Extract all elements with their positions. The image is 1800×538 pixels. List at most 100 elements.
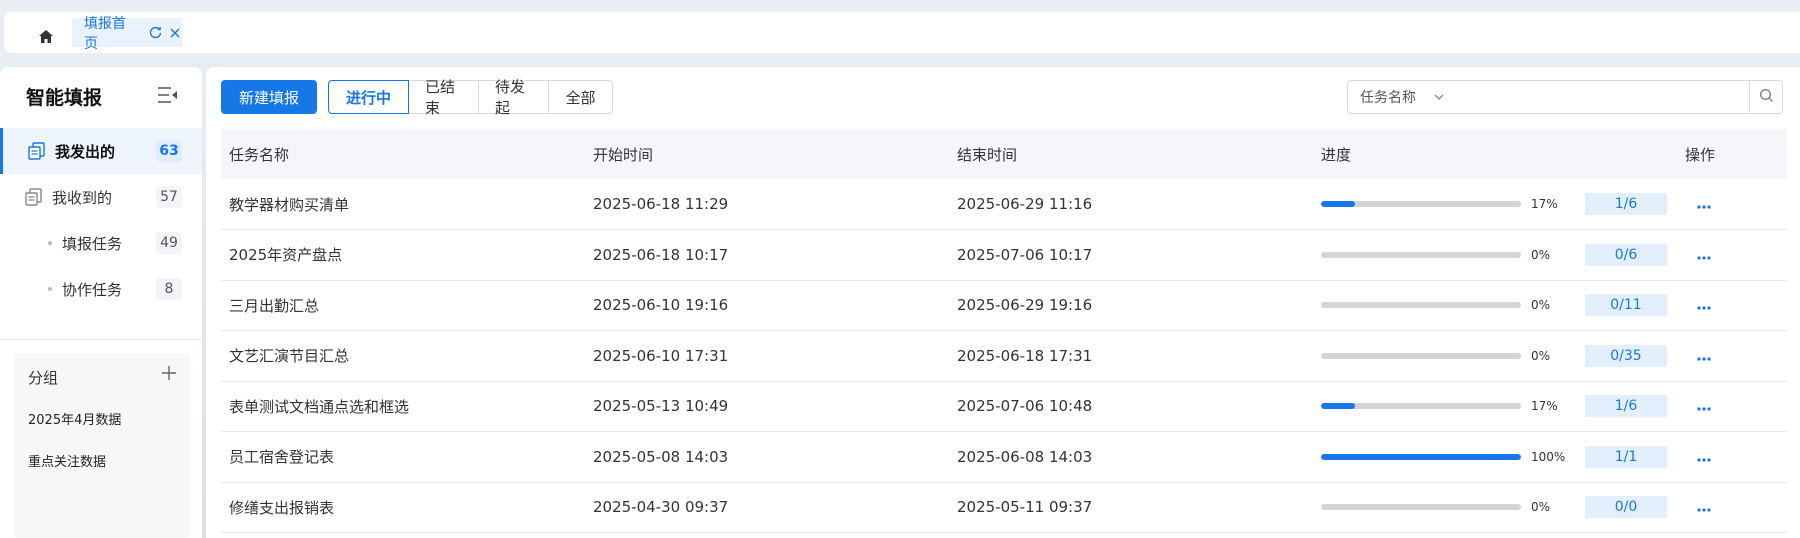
progress: 0% 0/6 (1321, 243, 1677, 266)
task-name-cell[interactable]: 表单测试文档通点选和框选 (221, 381, 585, 432)
progress-bar (1321, 453, 1521, 460)
progress-fill (1321, 201, 1355, 207)
task-name[interactable]: 2025年资产盘点 (229, 246, 342, 264)
completion-ratio[interactable]: 1/1 (1585, 445, 1667, 468)
table-row[interactable]: 修缮支出报销表 2025-04-30 09:37 2025-05-11 09:3… (221, 482, 1787, 533)
start-time-cell: 2025-04-30 09:37 (585, 482, 949, 533)
more-icon[interactable] (1697, 202, 1719, 212)
more-icon[interactable] (1697, 253, 1719, 263)
count-badge: 8 (156, 278, 182, 300)
task-name-cell[interactable]: 2025年资产盘点 (221, 229, 585, 281)
more-icon[interactable] (1697, 303, 1719, 313)
start-time: 2025-06-10 17:31 (593, 346, 729, 365)
end-time: 2025-06-08 14:03 (957, 447, 1093, 466)
new-report-button[interactable]: 新建填报 (221, 80, 317, 114)
task-name-cell[interactable]: 修缮支出报销表 (221, 482, 585, 533)
count-badge: 49 (156, 232, 182, 254)
column-header: 开始时间 (585, 129, 949, 179)
progress: 100% 1/1 (1321, 445, 1677, 468)
close-icon[interactable] (169, 26, 182, 40)
column-header: 进度 (1313, 129, 1677, 179)
table-row[interactable]: 表单测试文档通点选和框选 2025-05-13 10:49 2025-07-06… (221, 381, 1787, 432)
search-icon (1759, 88, 1774, 107)
column-header: 结束时间 (949, 129, 1313, 179)
table-row[interactable]: 三月出勤汇总 2025-06-10 19:16 2025-06-29 19:16… (221, 280, 1787, 331)
more-icon[interactable] (1697, 455, 1719, 465)
task-name-cell[interactable]: 文艺汇演节目汇总 (221, 330, 585, 382)
table-row[interactable]: 文艺汇演节目汇总 2025-06-10 17:31 2025-06-18 17:… (221, 330, 1787, 382)
group-item[interactable]: 重点关注数据 (28, 451, 106, 470)
progress-percent: 0% (1531, 298, 1551, 313)
actions-cell (1677, 229, 1787, 281)
completion-ratio[interactable]: 1/6 (1585, 395, 1667, 418)
task-name[interactable]: 教学器材购买清单 (229, 196, 349, 214)
sidebar: 智能填报 我发出的 63 我收到的 57 填报任务 49 协作任务 8 分组 2… (0, 67, 202, 538)
end-time: 2025-07-06 10:17 (957, 245, 1093, 264)
search-field-label: 任务名称 (1360, 90, 1416, 106)
completion-ratio[interactable]: 0/6 (1585, 243, 1667, 266)
sidebar-title: 智能填报 (26, 87, 103, 109)
table-row[interactable]: 2025年资产盘点 2025-06-18 10:17 2025-07-06 10… (221, 229, 1787, 281)
filter-all[interactable]: 全部 (548, 80, 613, 114)
end-time-cell: 2025-06-08 14:03 (949, 431, 1313, 483)
sidebar-item-fill-tasks[interactable]: 填报任务 49 (0, 220, 202, 266)
group-item[interactable]: 2025年4月数据 (28, 409, 121, 428)
end-time: 2025-07-06 10:48 (957, 397, 1093, 416)
chevron-down-icon (1433, 91, 1445, 103)
start-time: 2025-06-18 11:29 (593, 195, 729, 213)
progress-cell: 17% 1/6 (1313, 381, 1677, 432)
progress-bar (1321, 504, 1521, 511)
table-row[interactable]: 员工宿舍登记表 2025-05-08 14:03 2025-06-08 14:0… (221, 431, 1787, 483)
main-panel: 新建填报 进行中 已结束 待发起 全部 任务名称 任务名称 开始时间 结束时间 … (206, 67, 1800, 538)
start-time: 2025-05-08 14:03 (593, 447, 729, 466)
task-name-cell[interactable]: 员工宿舍登记表 (221, 431, 585, 483)
task-name[interactable]: 表单测试文档通点选和框选 (229, 398, 409, 416)
add-group-icon[interactable] (160, 364, 178, 382)
task-name-cell[interactable]: 三月出勤汇总 (221, 280, 585, 331)
tab-bar: 填报首页 (4, 12, 1800, 53)
task-name-cell[interactable]: 教学器材购买清单 (221, 179, 585, 230)
end-time-cell: 2025-07-06 10:17 (949, 229, 1313, 281)
completion-ratio[interactable]: 0/0 (1585, 496, 1667, 519)
home-icon[interactable] (36, 26, 56, 46)
search-input[interactable] (1455, 80, 1750, 114)
task-name[interactable]: 修缮支出报销表 (229, 499, 334, 517)
filter-in-progress[interactable]: 进行中 (328, 80, 409, 114)
sidebar-item-sent[interactable]: 我发出的 63 (0, 128, 202, 174)
actions-cell (1677, 431, 1787, 483)
sidebar-item-collab-tasks[interactable]: 协作任务 8 (0, 266, 202, 312)
completion-ratio[interactable]: 0/11 (1585, 294, 1667, 317)
progress: 0% 0/35 (1321, 344, 1677, 367)
filter-pending[interactable]: 待发起 (478, 78, 549, 117)
task-name[interactable]: 员工宿舍登记表 (229, 448, 334, 466)
more-icon[interactable] (1697, 505, 1719, 515)
progress: 17% 1/6 (1321, 193, 1677, 215)
progress-bar (1321, 201, 1521, 207)
start-time-cell: 2025-06-18 11:29 (585, 179, 949, 230)
status-filter: 进行中 已结束 待发起 全部 (328, 78, 613, 117)
progress-bar (1321, 403, 1521, 410)
task-name[interactable]: 文艺汇演节目汇总 (229, 347, 349, 365)
group-title: 分组 (28, 369, 59, 387)
completion-ratio[interactable]: 1/6 (1585, 193, 1667, 215)
more-icon[interactable] (1697, 354, 1719, 364)
completion-ratio[interactable]: 0/35 (1585, 344, 1667, 367)
table-row[interactable]: 教学器材购买清单 2025-06-18 11:29 2025-06-29 11:… (221, 179, 1787, 230)
collapse-menu-icon[interactable] (158, 86, 178, 104)
start-time: 2025-06-18 10:17 (593, 245, 729, 264)
progress-cell: 0% 0/6 (1313, 229, 1677, 281)
filter-ended[interactable]: 已结束 (408, 78, 479, 117)
column-header: 操作 (1677, 129, 1787, 179)
refresh-icon[interactable] (149, 26, 162, 40)
progress-percent: 0% (1531, 500, 1551, 515)
task-name[interactable]: 三月出勤汇总 (229, 297, 319, 315)
sidebar-item-received[interactable]: 我收到的 57 (0, 174, 202, 220)
progress: 17% 1/6 (1321, 395, 1677, 418)
column-header: 任务名称 (221, 129, 585, 179)
search-field-select[interactable]: 任务名称 (1347, 80, 1456, 114)
divider (0, 339, 202, 340)
search-button[interactable] (1749, 80, 1783, 114)
more-icon[interactable] (1697, 404, 1719, 414)
progress-bar (1321, 251, 1521, 258)
tab-home-page[interactable]: 填报首页 (72, 16, 182, 52)
